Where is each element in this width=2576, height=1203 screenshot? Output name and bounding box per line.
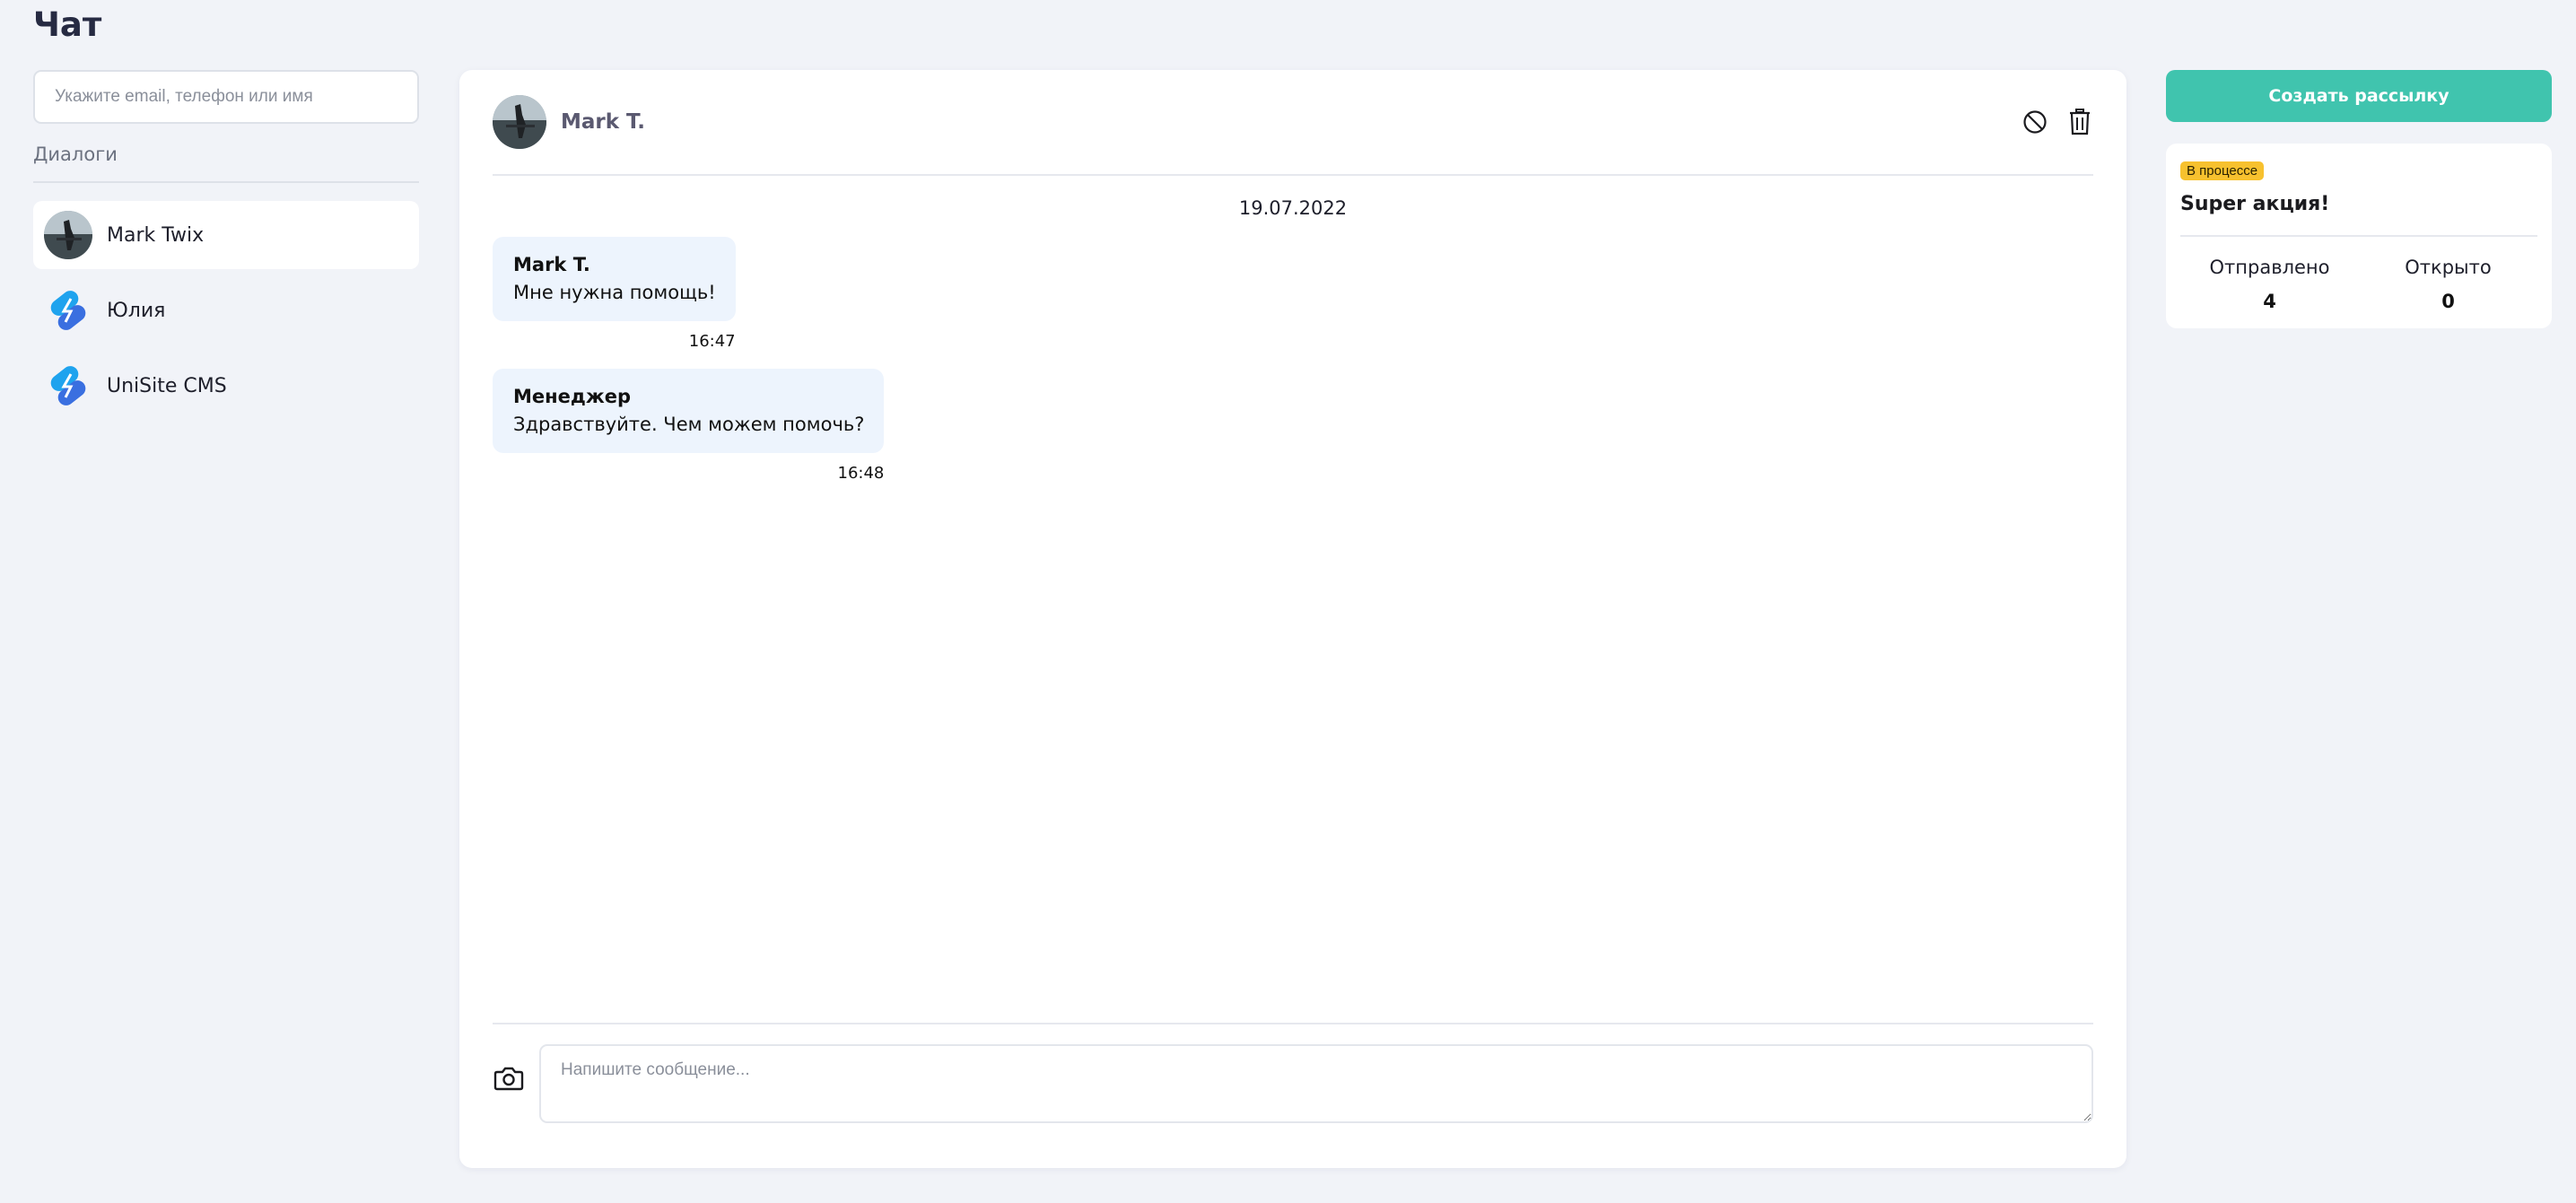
message-bubble: Mark T. Мне нужна помощь!	[493, 237, 736, 321]
stat-label: Отправлено	[2209, 257, 2330, 278]
stat-label: Открыто	[2405, 257, 2492, 278]
chat-header: Mark T.	[493, 70, 2093, 176]
message-text: Мне нужна помощь!	[513, 282, 716, 303]
message-composer	[493, 1023, 2093, 1144]
message: Менеджер Здравствуйте. Чем можем помочь?…	[493, 369, 885, 483]
message: Mark T. Мне нужна помощь! 16:47	[493, 237, 736, 351]
stat-sent: Отправлено 4	[2180, 257, 2359, 312]
date-separator: 19.07.2022	[1238, 197, 1348, 219]
search-input[interactable]	[33, 70, 419, 124]
dialog-item-yulia[interactable]: Юлия	[33, 276, 419, 344]
status-badge: В процессе	[2180, 161, 2265, 180]
dialogs-heading: Диалоги	[33, 144, 419, 183]
stat-opened: Открыто 0	[2359, 257, 2537, 312]
dialog-name: UniSite CMS	[107, 374, 227, 397]
dialog-name: Mark Twix	[107, 223, 205, 247]
campaign-stats: Отправлено 4 Открыто 0	[2180, 257, 2537, 312]
message-author: Менеджер	[513, 386, 632, 407]
create-campaign-button[interactable]: Создать рассылку	[2166, 70, 2552, 122]
dialog-list: Mark Twix Юлия UniSite CMS	[33, 201, 419, 420]
message-time: 16:47	[688, 332, 736, 351]
chat-actions	[2022, 109, 2093, 135]
message-time: 16:48	[837, 464, 885, 483]
stat-value: 0	[2441, 291, 2455, 312]
chat-contact-name[interactable]: Mark T.	[561, 110, 645, 134]
stat-value: 4	[2263, 291, 2276, 312]
dialogs-sidebar: Диалоги Mark Twix	[33, 70, 419, 427]
campaign-sidebar: Создать рассылку В процессе Super акция!…	[2166, 70, 2552, 328]
camera-icon[interactable]	[493, 1062, 525, 1094]
trash-icon[interactable]	[2066, 109, 2093, 135]
dialog-item-mark-twix[interactable]: Mark Twix	[33, 201, 419, 269]
chat-panel: Mark T. 19.07.2022 Mark T. Мне нужна пом…	[459, 70, 2126, 1168]
campaign-title: Super акция!	[2180, 193, 2537, 237]
avatar	[493, 95, 546, 149]
page-title: Чат	[33, 5, 102, 44]
message-bubble: Менеджер Здравствуйте. Чем можем помочь?	[493, 369, 885, 453]
message-list: Mark T. Мне нужна помощь! 16:47 Менеджер…	[493, 237, 885, 501]
unisite-logo-icon	[44, 362, 92, 410]
dialog-name: Юлия	[107, 299, 166, 322]
campaign-card[interactable]: В процессе Super акция! Отправлено 4 Отк…	[2166, 144, 2552, 328]
message-input[interactable]	[539, 1044, 2093, 1123]
dialog-item-unisite-cms[interactable]: UniSite CMS	[33, 352, 419, 420]
message-author: Mark T.	[513, 254, 590, 275]
message-text: Здравствуйте. Чем можем помочь?	[513, 414, 865, 435]
block-icon[interactable]	[2022, 109, 2048, 135]
unisite-logo-icon	[44, 286, 92, 335]
avatar	[44, 211, 92, 259]
